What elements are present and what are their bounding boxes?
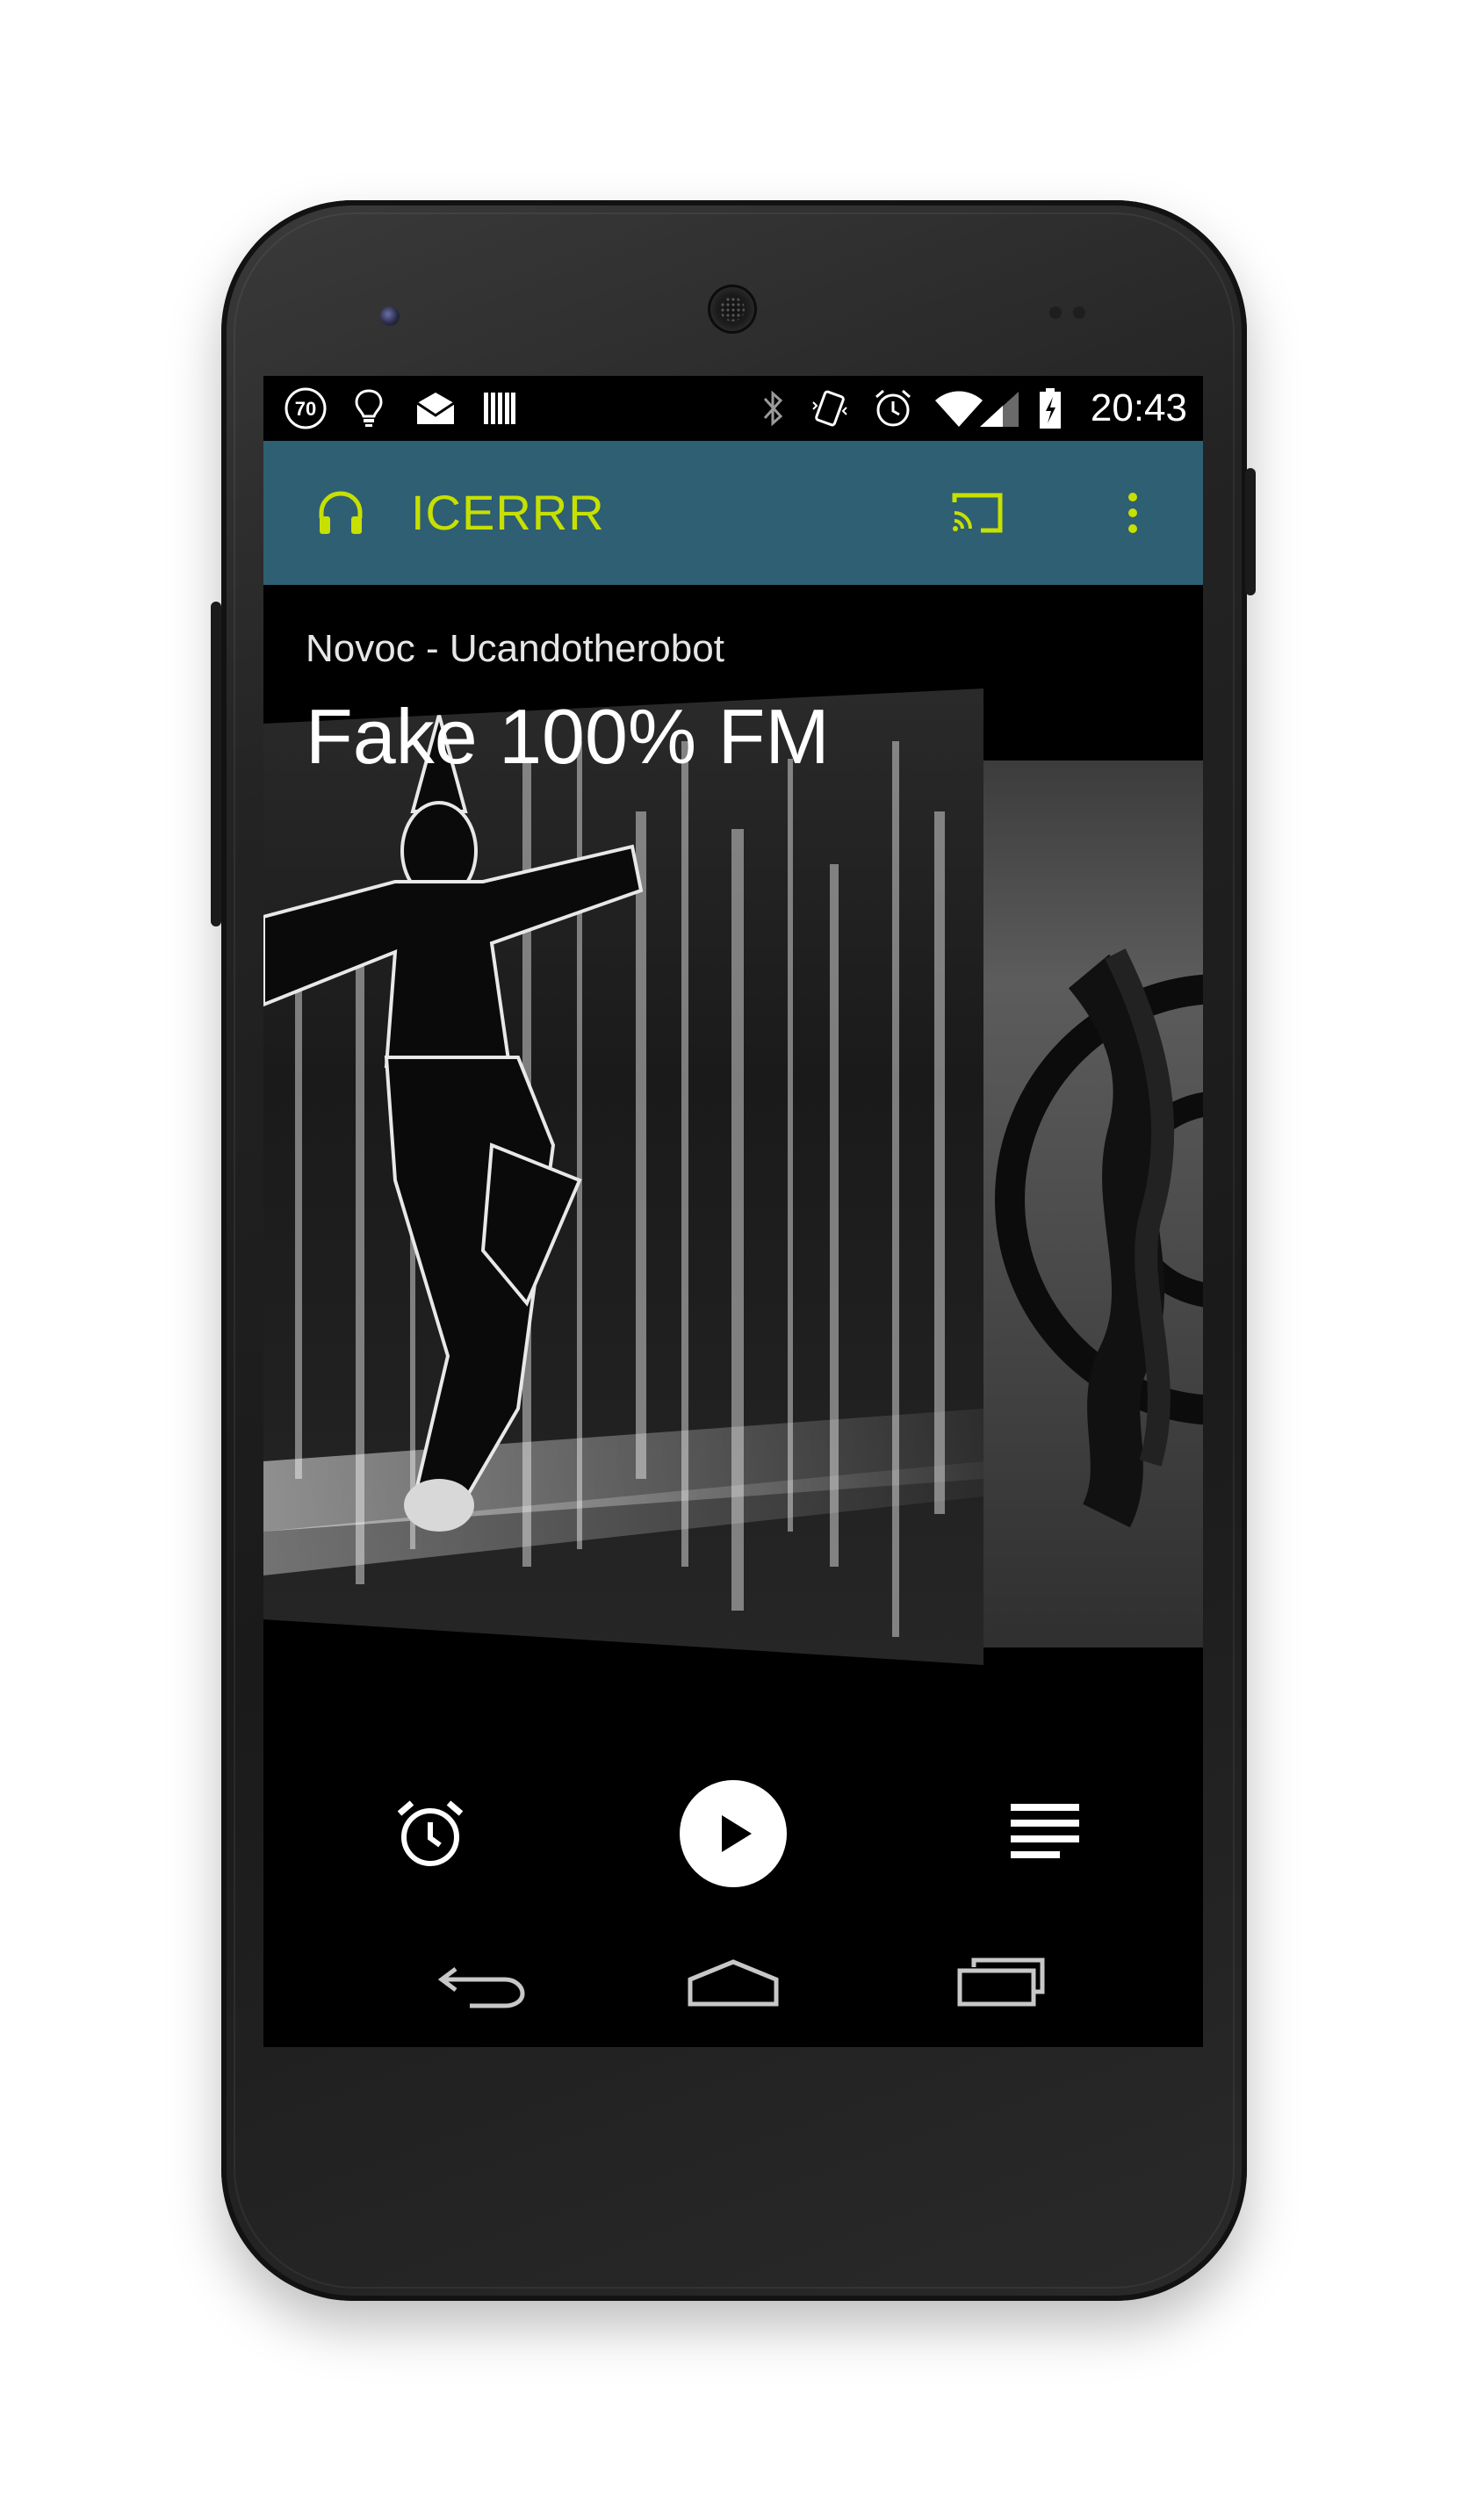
screen: 70 20:43 ICERRR Novoc - Ucandotherobot F… — [263, 376, 1203, 2047]
cast-icon[interactable] — [938, 478, 1017, 548]
now-playing-panel: Novoc - Ucandotherobot Fake 100% FM — [263, 585, 1203, 1871]
alarm-icon[interactable] — [378, 1781, 483, 1886]
barcode-icon — [479, 385, 520, 432]
vibrate-icon — [808, 385, 852, 432]
app-title: ICERRR — [411, 485, 605, 540]
front-camera — [380, 306, 400, 326]
back-icon[interactable] — [421, 1939, 544, 2027]
album-art-next[interactable] — [983, 761, 1203, 1647]
mail-icon — [411, 385, 460, 432]
volume-button — [211, 602, 221, 926]
light-sensor — [1073, 306, 1085, 319]
overflow-menu-icon[interactable] — [1098, 478, 1168, 548]
station-name: Fake 100% FM — [306, 693, 830, 780]
power-button — [1245, 468, 1256, 595]
status-bar: 70 20:43 — [263, 376, 1203, 441]
alarm-status-icon — [871, 385, 915, 432]
notification-count-icon: 70 — [281, 385, 330, 432]
play-icon[interactable] — [676, 1777, 790, 1891]
app-toolbar: ICERRR — [263, 441, 1203, 585]
bluetooth-icon — [755, 385, 790, 432]
notification-count-text: 70 — [295, 398, 316, 420]
battery-icon — [1034, 385, 1066, 432]
headphones-icon — [306, 478, 376, 548]
earpiece-speaker — [708, 285, 757, 334]
playback-controls — [263, 1780, 1203, 1887]
home-icon[interactable] — [672, 1939, 795, 2027]
status-time: 20:43 — [1090, 386, 1187, 429]
signal-icon — [975, 385, 1024, 432]
track-artist-title: Novoc - Ucandotherobot — [306, 627, 724, 670]
playlist-icon[interactable] — [992, 1781, 1098, 1886]
album-art[interactable] — [263, 689, 983, 1665]
recents-icon[interactable] — [940, 1939, 1063, 2027]
lightbulb-icon — [351, 385, 386, 432]
system-nav-bar — [263, 1921, 1203, 2047]
proximity-sensor — [1049, 306, 1062, 319]
